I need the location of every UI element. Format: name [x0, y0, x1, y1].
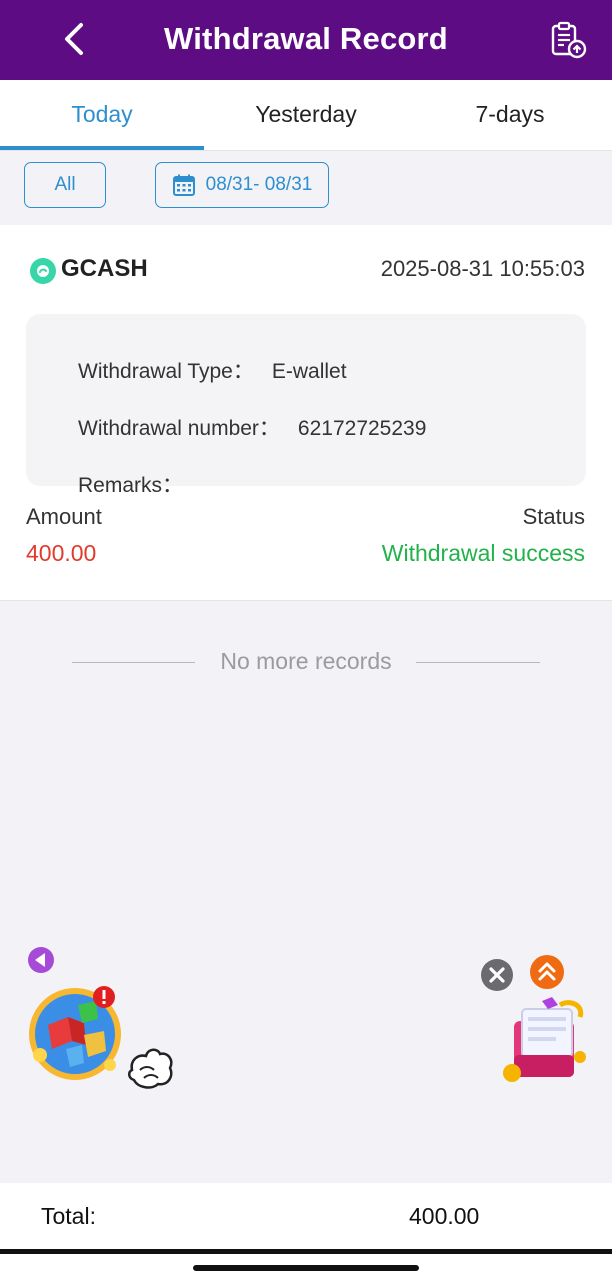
- withdrawal-number-label: Withdrawal number：: [78, 417, 280, 440]
- no-more-records: No more records: [220, 648, 392, 674]
- close-icon[interactable]: [480, 958, 514, 992]
- record-datetime: 2025-08-31 10:55:03: [380, 256, 585, 281]
- home-indicator[interactable]: [193, 1265, 419, 1271]
- total-label: Total:: [41, 1203, 96, 1229]
- tab-today[interactable]: Today: [0, 80, 204, 150]
- date-range-label: 08/31- 08/31: [205, 174, 313, 195]
- gift-box-icon[interactable]: [500, 995, 592, 1087]
- period-tabs: Today Yesterday 7-days: [0, 80, 612, 151]
- tab-yesterday[interactable]: Yesterday: [204, 80, 408, 150]
- tab-7-days[interactable]: 7-days: [408, 80, 612, 150]
- withdrawal-type-label: Withdrawal Type：: [78, 360, 254, 383]
- clipboard-upload-icon: [551, 21, 587, 59]
- active-tab-indicator: [0, 146, 204, 150]
- total-value: 400.00: [409, 1203, 480, 1229]
- triangle-left-icon[interactable]: [27, 946, 55, 974]
- type-filter-button[interactable]: All: [24, 162, 106, 208]
- payment-channel-name: GCASH: [61, 255, 148, 282]
- status-value: Withdrawal success: [381, 540, 585, 566]
- calendar-icon: [172, 174, 195, 196]
- status-label: Status: [522, 504, 585, 529]
- amount-value: 400.00: [26, 540, 97, 566]
- app-header: Withdrawal Record: [0, 0, 612, 80]
- date-range-button[interactable]: 08/31- 08/31: [155, 162, 329, 208]
- record-details: Withdrawal Type： E-wallet Withdrawal numb…: [26, 314, 586, 497]
- hand-pointer-icon[interactable]: [124, 1040, 176, 1092]
- remarks-label: Remarks：: [78, 474, 184, 497]
- export-record-button[interactable]: [546, 18, 592, 62]
- withdrawal-type-value: E-wallet: [271, 360, 347, 383]
- double-chevron-up-icon[interactable]: [529, 954, 565, 990]
- divider-right: [416, 662, 540, 663]
- filter-bar: All 08/31- 08/31: [0, 151, 612, 225]
- withdrawal-record-card: GCASH 2025-08-31 10:55:03 Withdrawal Typ…: [0, 225, 612, 601]
- gcash-logo-icon: [30, 258, 56, 284]
- cube-game-icon[interactable]: [26, 985, 124, 1083]
- total-bar: Total: 400.00: [0, 1183, 612, 1250]
- withdrawal-number-value: 62172725239: [297, 417, 427, 440]
- page-title: Withdrawal Record: [164, 21, 448, 56]
- amount-label: Amount: [26, 504, 102, 529]
- type-filter-label: All: [54, 174, 76, 195]
